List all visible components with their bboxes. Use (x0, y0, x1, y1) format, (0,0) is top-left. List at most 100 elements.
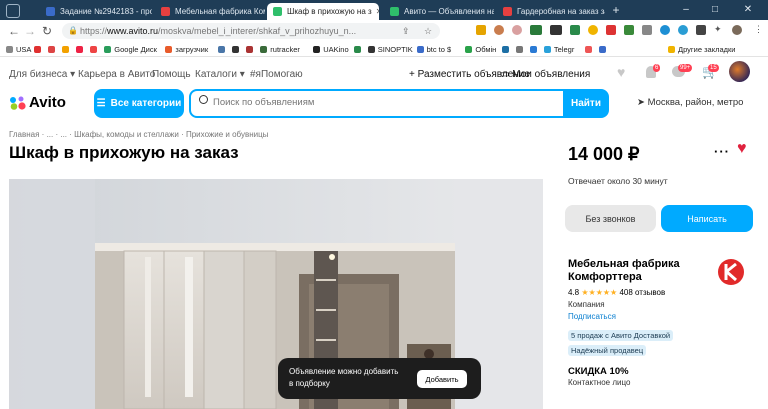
minimize-icon[interactable]: – (676, 3, 696, 17)
bookmark-item[interactable]: Другие закладки (668, 43, 735, 55)
bookmark-favicon (104, 45, 112, 53)
extension-icon[interactable] (476, 25, 486, 35)
reliable-seller-badge: Надёжный продавец (568, 345, 647, 356)
location-arrow-icon: ➤ (637, 97, 648, 108)
browser-tab[interactable]: Мебельная фабрика Ком (155, 3, 265, 20)
search-button[interactable]: Найти (563, 89, 609, 118)
bookmark-star-icon[interactable]: ☆ (424, 23, 432, 39)
bookmark-item[interactable] (501, 43, 512, 55)
bookmark-item[interactable]: загрузчик (165, 43, 208, 55)
add-button[interactable]: Добавить (417, 370, 467, 388)
bookmark-item[interactable] (34, 43, 44, 55)
maximize-icon[interactable]: □ (705, 3, 725, 17)
subscribe-link[interactable]: Подписаться (568, 312, 616, 321)
bookmark-item[interactable] (529, 43, 540, 55)
share-icon[interactable]: ⇪ (402, 23, 410, 39)
extension-icon[interactable] (606, 25, 616, 35)
search-input[interactable]: Поиск по объявлениям (189, 89, 567, 118)
catalogs-link[interactable]: Каталоги ▾ (195, 69, 245, 80)
back-icon[interactable]: ← (8, 24, 20, 38)
extension-icon[interactable] (512, 25, 522, 35)
breadcrumb: Главная · ... · ... · Шкафы, комоды и ст… (9, 130, 269, 139)
bookmark-item[interactable] (584, 43, 595, 55)
user-avatar[interactable] (729, 61, 750, 82)
bookmark-item[interactable]: USA (6, 43, 31, 55)
no-calls-button[interactable]: Без звонков (565, 205, 656, 232)
breadcrumb-item[interactable]: Главная (9, 130, 39, 139)
extension-icon[interactable] (642, 25, 652, 35)
favorites-heart-icon[interactable]: ♥ (617, 64, 625, 80)
extension-icon[interactable] (624, 25, 634, 35)
breadcrumb-item[interactable]: ... (47, 130, 54, 139)
favorite-heart-icon[interactable]: ♥ (737, 140, 747, 158)
tab-search-icon[interactable] (6, 4, 20, 18)
bookmark-item[interactable]: Обмін (465, 43, 496, 55)
new-tab-icon[interactable]: + (606, 3, 626, 17)
career-link[interactable]: Карьера в Авито (78, 69, 155, 80)
breadcrumb-item[interactable]: Прихожие и обувницы (186, 130, 268, 139)
extension-icon[interactable] (570, 25, 580, 35)
bookmark-item[interactable] (218, 43, 228, 55)
bookmark-item[interactable] (515, 43, 526, 55)
bookmark-item[interactable]: Telegr (543, 43, 574, 55)
bookmark-item[interactable] (90, 43, 100, 55)
bookmark-item[interactable] (598, 43, 609, 55)
profile-avatar[interactable] (732, 25, 742, 35)
bookmark-label: USA (16, 44, 32, 54)
bookmark-favicon (232, 45, 240, 53)
extension-icon[interactable] (678, 25, 688, 35)
tab-favicon (46, 7, 55, 16)
bookmark-favicon (416, 45, 424, 53)
bookmark-item[interactable] (62, 43, 72, 55)
bookmark-item[interactable] (232, 43, 242, 55)
extension-icon[interactable] (660, 25, 670, 35)
location-selector[interactable]: ➤ Москва, район, метро (637, 97, 743, 108)
bookmark-item[interactable]: UAKino (313, 43, 349, 55)
tab-title: Гардеробная на заказ за (517, 7, 605, 16)
breadcrumb-item[interactable]: Шкафы, комоды и стеллажи (74, 130, 179, 139)
browser-tab[interactable]: Задание №2942183 - про (40, 3, 152, 20)
extension-icon[interactable] (550, 25, 562, 35)
browser-navigation-bar: ← → ↻ 🔒 https://www.avito.ru/moskva/mebe… (0, 20, 768, 42)
bookmark-item[interactable]: rutracker (260, 43, 300, 55)
close-icon[interactable]: ✕ (376, 7, 379, 16)
write-message-button[interactable]: Написать (661, 205, 753, 232)
for-business-link[interactable]: Для бизнеса ▾ (9, 69, 75, 80)
bookmark-item[interactable] (353, 43, 364, 55)
browser-tab[interactable]: Гардеробная на заказ за (497, 3, 605, 20)
bookmark-favicon (367, 45, 375, 53)
bookmark-item[interactable]: Google Диск (104, 43, 157, 55)
my-ads-link[interactable]: ▭ Мои объявления (500, 69, 590, 80)
tab-title: Мебельная фабрика Ком (175, 7, 265, 16)
extension-icon[interactable] (696, 25, 706, 35)
avito-logo[interactable]: Avito (9, 94, 66, 111)
ya-pomogayu-link[interactable]: #яПомогаю (250, 69, 303, 80)
reload-icon[interactable]: ↻ (42, 24, 52, 38)
bookmark-item[interactable]: SINOPTIK (367, 43, 413, 55)
bookmark-item[interactable] (76, 43, 86, 55)
window-close-icon[interactable]: ✕ (738, 3, 758, 17)
bookmark-item[interactable] (48, 43, 58, 55)
browser-tab-strip: Задание №2942183 - про Мебельная фабрика… (0, 0, 768, 20)
puzzle-icon[interactable]: ✦ (714, 24, 722, 35)
seller-logo[interactable] (709, 257, 753, 287)
reviews-link[interactable]: 408 отзывов (619, 288, 665, 297)
extension-icon[interactable] (494, 25, 504, 35)
breadcrumb-item[interactable]: ... (60, 130, 67, 139)
seller-name[interactable]: Мебельная фабрика Комфорттера (568, 258, 698, 284)
bookmark-item[interactable] (246, 43, 256, 55)
bookmark-favicon (313, 45, 321, 53)
more-options-icon[interactable]: ··· (714, 144, 730, 159)
bookmark-item[interactable]: btc to $ (416, 43, 451, 55)
forward-icon[interactable]: → (24, 24, 36, 38)
help-link[interactable]: Помощь (152, 69, 191, 80)
toast-text-line1: Объявление можно добавить (289, 367, 399, 376)
extension-icon[interactable] (530, 25, 542, 35)
all-categories-button[interactable]: ☰ Все категории (94, 89, 184, 118)
menu-dots-icon[interactable]: ⋮ (754, 24, 763, 35)
address-bar[interactable]: 🔒 https://www.avito.ru/moskva/mebel_i_in… (62, 23, 440, 39)
plus-icon: + (409, 69, 418, 80)
extension-icon[interactable] (588, 25, 598, 35)
browser-tab[interactable]: Авито — Объявления на (384, 3, 494, 20)
browser-tab-active[interactable]: Шкаф в прихожую на з ✕ (267, 3, 379, 20)
